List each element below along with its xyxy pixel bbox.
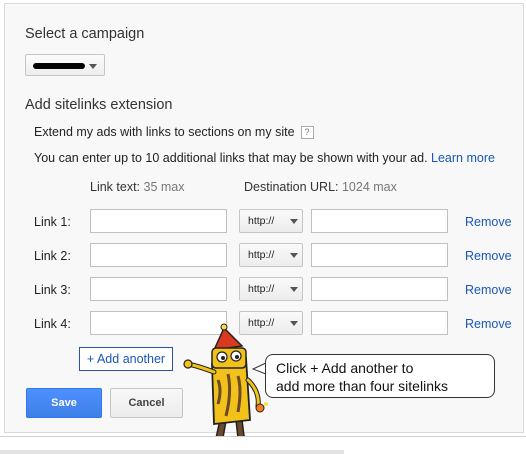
add-sitelinks-heading: Add sitelinks extension: [25, 97, 173, 113]
link-1-protocol-value: http://: [248, 215, 275, 227]
destination-url-column-header: Destination URL: 1024 max: [244, 180, 397, 194]
redacted-campaign-name: [33, 63, 85, 69]
link-4-url-input[interactable]: [311, 311, 448, 335]
link-text-max: 35 max: [143, 180, 185, 194]
link-2-protocol-value: http://: [248, 249, 275, 261]
link-3-protocol-select[interactable]: http://: [239, 277, 303, 301]
link-2-url-input[interactable]: [311, 243, 448, 267]
add-another-button[interactable]: + Add another: [79, 347, 173, 371]
link-2-text-input[interactable]: [90, 243, 227, 267]
dest-url-max: 1024 max: [341, 180, 397, 194]
link-1-protocol-select[interactable]: http://: [239, 209, 303, 233]
link-4-label: Link 4:: [34, 317, 71, 331]
link-1-url-input[interactable]: [311, 209, 448, 233]
chevron-down-icon: [290, 321, 298, 326]
link-2-remove-link[interactable]: Remove: [465, 249, 512, 263]
chevron-down-icon: [290, 287, 298, 292]
info-line: You can enter up to 10 additional links …: [34, 151, 495, 165]
link-text-label: Link text:: [90, 180, 141, 194]
chevron-down-icon: [290, 253, 298, 258]
callout-line-1: Click + Add another to: [276, 360, 414, 376]
link-1-text-input[interactable]: [90, 209, 227, 233]
link-1-remove-link[interactable]: Remove: [465, 215, 512, 229]
pencil-mascot-icon: [183, 323, 268, 447]
select-campaign-heading: Select a campaign: [25, 26, 145, 42]
info-text: You can enter up to 10 additional links …: [34, 151, 428, 165]
link-3-label: Link 3:: [34, 283, 71, 297]
campaign-select[interactable]: [25, 54, 105, 76]
help-icon[interactable]: ?: [300, 126, 314, 139]
callout-bubble: Click + Add another to add more than fou…: [265, 354, 495, 398]
learn-more-link[interactable]: Learn more: [431, 151, 495, 165]
link-1-label: Link 1:: [34, 215, 71, 229]
link-text-column-header: Link text: 35 max: [90, 180, 185, 194]
save-button[interactable]: Save: [26, 388, 102, 418]
callout-line-2: add more than four sitelinks: [276, 378, 448, 394]
scrollbar-thumb[interactable]: [0, 450, 344, 454]
link-3-url-input[interactable]: [311, 277, 448, 301]
extend-ads-text: Extend my ads with links to sections on …: [34, 125, 295, 139]
link-2-label: Link 2:: [34, 249, 71, 263]
horizontal-scrollbar[interactable]: [0, 436, 526, 455]
chevron-down-icon: [290, 219, 298, 224]
dest-url-label: Destination URL:: [244, 180, 339, 194]
link-3-text-input[interactable]: [90, 277, 227, 301]
cancel-button[interactable]: Cancel: [110, 388, 183, 418]
link-2-protocol-select[interactable]: http://: [239, 243, 303, 267]
link-3-remove-link[interactable]: Remove: [465, 283, 512, 297]
link-4-remove-link[interactable]: Remove: [465, 317, 512, 331]
chevron-down-icon: [89, 64, 97, 69]
extend-ads-line: Extend my ads with links to sections on …: [34, 125, 314, 139]
link-3-protocol-value: http://: [248, 283, 275, 295]
